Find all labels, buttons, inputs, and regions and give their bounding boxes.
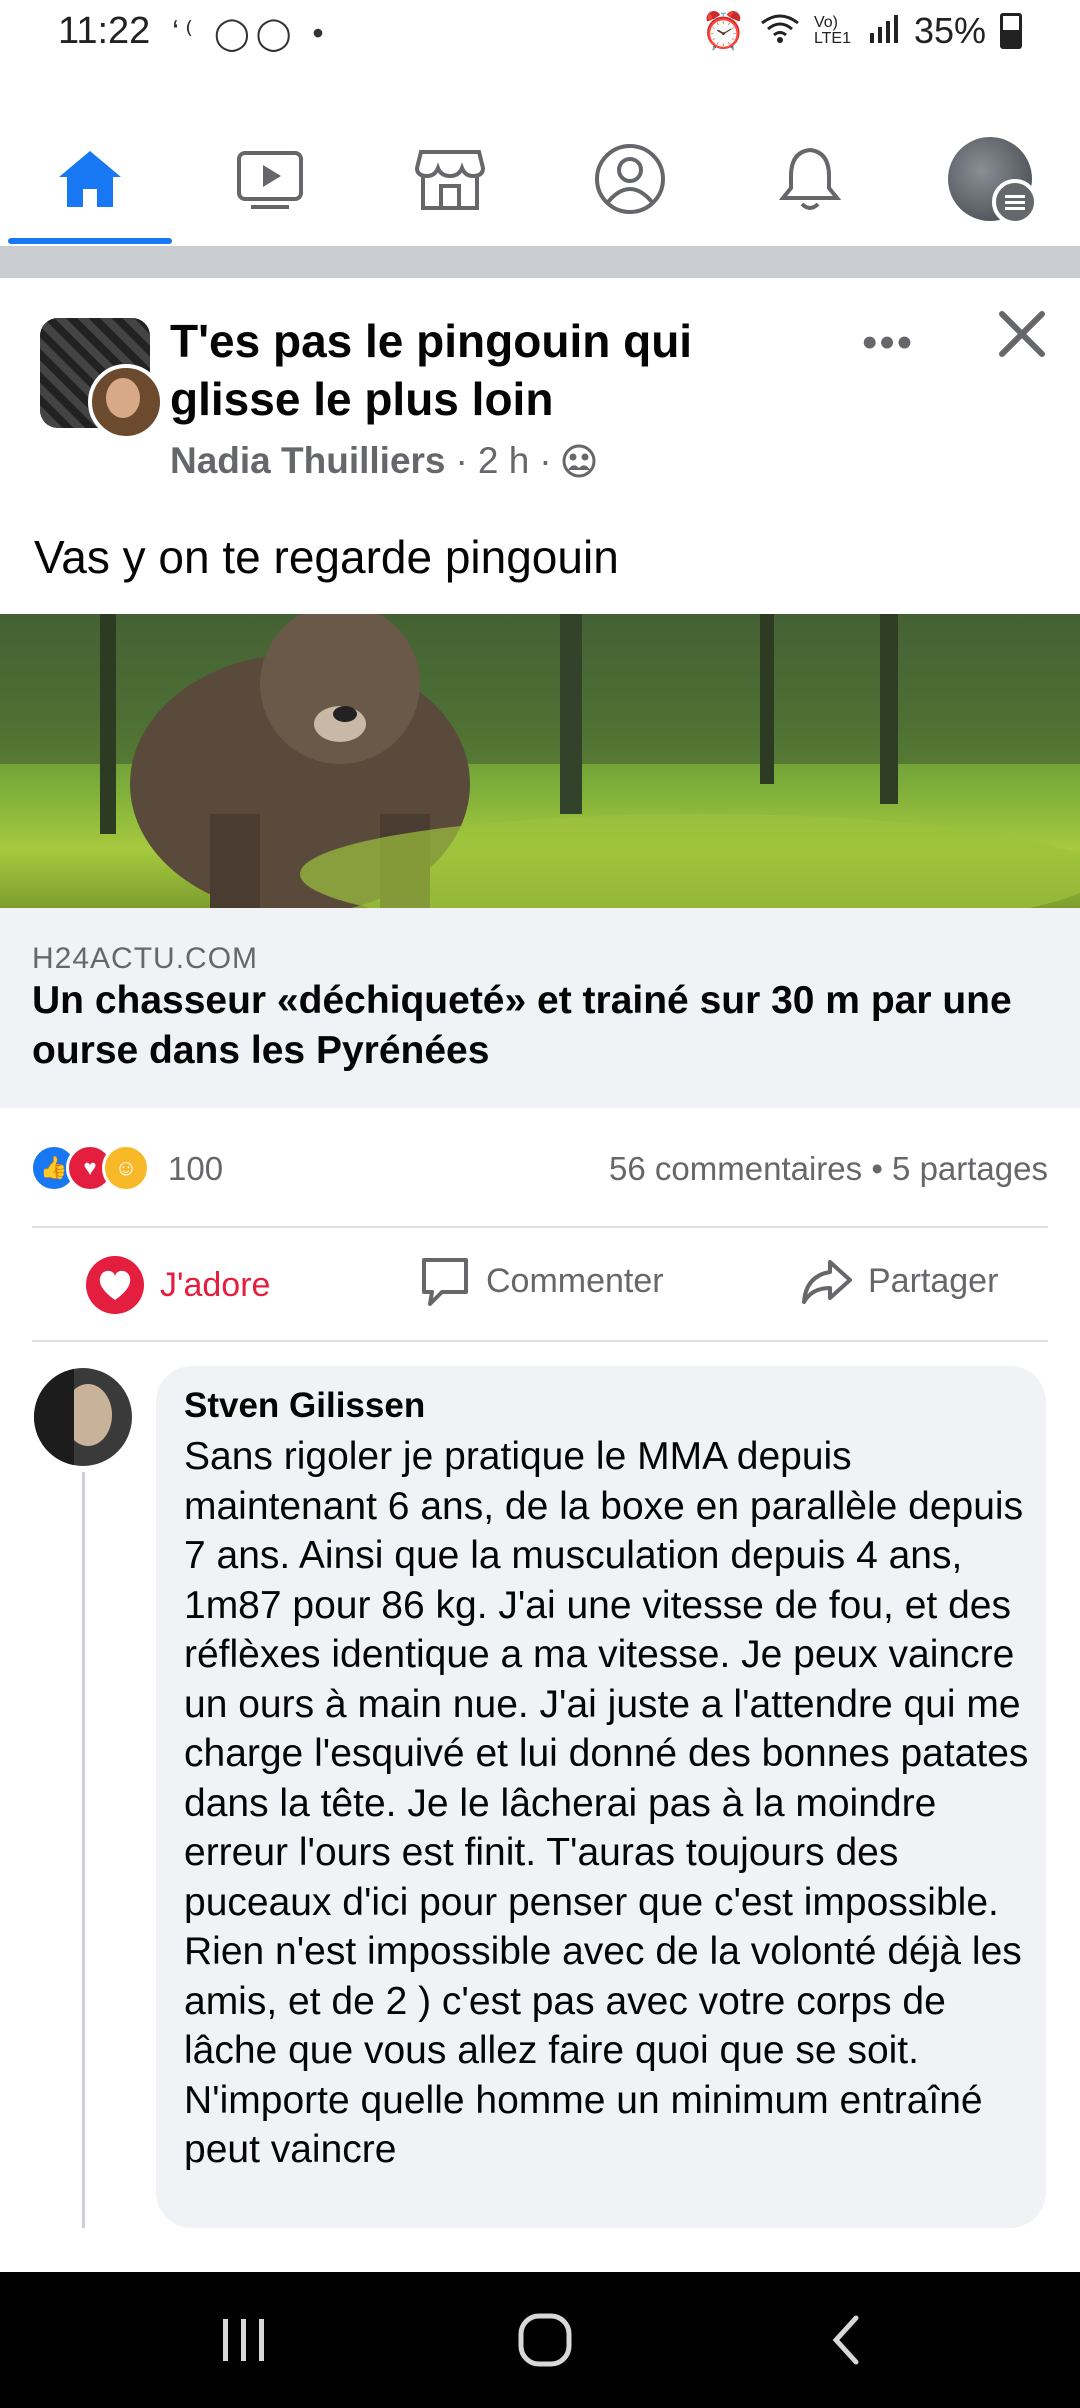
reaction-icons[interactable]: 👍 ♥ ☺ (30, 1144, 150, 1192)
divider (32, 1226, 1048, 1228)
notification-icons: ʻ⁽ ◯◯ • (172, 15, 330, 51)
network-label: Vo) LTE1 (813, 14, 851, 47)
post-meta: Nadia Thuilliers · 2 h · (170, 440, 596, 482)
love-label: J'adore (160, 1265, 271, 1304)
care-reaction-icon: ☺ (102, 1144, 150, 1192)
profile-icon (595, 144, 665, 214)
system-nav-bar (0, 2272, 1080, 2408)
link-title: Un chasseur «déchiqueté» et trainé sur 3… (32, 979, 1012, 1072)
post-author[interactable]: Nadia Thuilliers (170, 440, 446, 482)
link-info[interactable]: H24ACTU.COM Un chasseur «déchiqueté» et … (0, 908, 1080, 1108)
reaction-count[interactable]: 100 (168, 1150, 223, 1188)
post-header: T'es pas le pingouin qui glisse le plus … (0, 278, 1080, 508)
post-time[interactable]: 2 h (478, 440, 529, 482)
home-icon (59, 151, 121, 207)
comment-button[interactable]: Commenter (418, 1254, 664, 1308)
recent-apps-icon (223, 2319, 264, 2361)
status-bar: 11:22 ʻ⁽ ◯◯ • ⏰ Vo) LTE1 35% (0, 0, 1080, 66)
back-button[interactable] (806, 2310, 886, 2370)
comment-label: Commenter (486, 1261, 664, 1300)
battery-icon (1000, 13, 1022, 49)
main-nav (0, 112, 1080, 246)
wifi-icon (760, 10, 800, 52)
divider (32, 1340, 1048, 1342)
link-domain: H24ACTU.COM (32, 942, 259, 975)
comment-icon (422, 1258, 468, 1306)
alarm-icon: ⏰ (701, 10, 746, 51)
marketplace-icon (415, 150, 485, 210)
reactions-bar: 👍 ♥ ☺ 100 56 commentaires • 5 partages (0, 1108, 1080, 1228)
home-circle-icon (518, 2313, 572, 2367)
recent-apps-button[interactable] (204, 2310, 284, 2370)
nav-profile[interactable] (570, 134, 690, 224)
nav-notifications[interactable] (750, 134, 870, 224)
battery-percent: 35% (913, 10, 986, 51)
group-privacy-icon (562, 444, 596, 478)
meta-separator: · (539, 440, 552, 481)
love-button[interactable]: J'adore (84, 1254, 270, 1316)
menu-badge-icon (992, 179, 1038, 225)
home-button[interactable] (505, 2310, 585, 2370)
nav-menu[interactable] (930, 134, 1050, 225)
hide-post-button[interactable] (994, 306, 1050, 362)
heart-icon (86, 1256, 144, 1314)
nav-watch[interactable] (210, 134, 330, 224)
action-row: J'adore Commenter Partager (0, 1230, 1080, 1340)
more-options-button[interactable]: ••• (862, 318, 914, 368)
watch-icon (237, 151, 303, 209)
comment-thread-line (82, 1472, 85, 2228)
comment-bubble[interactable]: Stven Gilissen Sans rigoler je pratique … (156, 1366, 1046, 2228)
share-label: Partager (868, 1261, 999, 1300)
author-avatar[interactable] (88, 364, 164, 440)
next-comment-peek (0, 2228, 1080, 2272)
signal-icon (869, 10, 900, 52)
nav-marketplace[interactable] (390, 134, 510, 224)
group-title[interactable]: T'es pas le pingouin qui glisse le plus … (170, 312, 790, 428)
feed-separator (0, 246, 1080, 278)
link-image[interactable] (0, 614, 1080, 908)
bell-icon (778, 147, 842, 210)
close-icon (999, 311, 1045, 357)
comments-shares-summary[interactable]: 56 commentaires • 5 partages (609, 1150, 1048, 1188)
back-icon (832, 2315, 859, 2365)
bear-photo (0, 614, 1080, 908)
post-text: Vas y on te regarde pingouin (34, 531, 619, 583)
comment-author[interactable]: Stven Gilissen (184, 1386, 425, 1426)
menu-avatar (948, 137, 1038, 225)
status-time: 11:22 (58, 10, 151, 52)
share-icon (802, 1260, 852, 1304)
share-button[interactable]: Partager (800, 1254, 998, 1308)
comment-text: Sans rigoler je pratique le MMA depuis m… (184, 1435, 1029, 2171)
commenter-avatar[interactable] (34, 1368, 132, 1466)
status-right-icons: ⏰ Vo) LTE1 35% (701, 10, 1022, 52)
nav-home[interactable] (30, 134, 150, 224)
meta-separator: · (455, 440, 468, 481)
nav-active-indicator (8, 238, 172, 244)
